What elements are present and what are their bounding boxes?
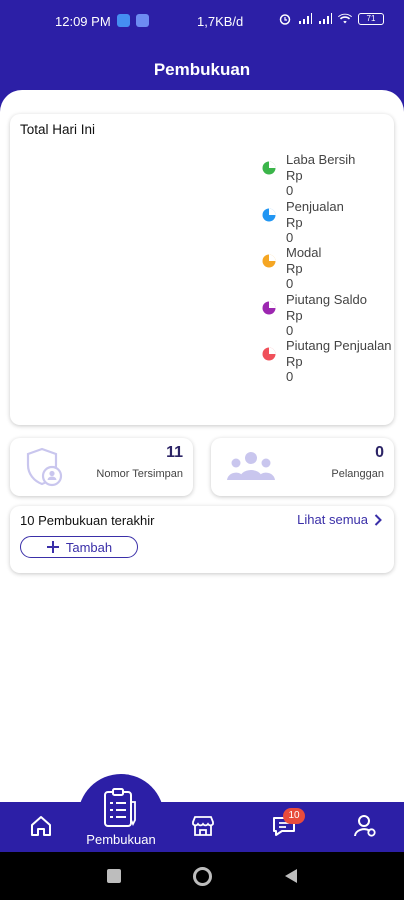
pie-icon xyxy=(262,161,276,175)
legend-label: Piutang Saldo xyxy=(286,291,367,307)
nav-label-pembukuan[interactable]: Pembukuan xyxy=(80,832,162,847)
legend-label: Laba Bersih xyxy=(286,152,356,167)
legend-value: Rp 0 xyxy=(286,168,303,198)
legend-value: Rp 0 xyxy=(286,354,303,384)
pie-icon xyxy=(262,254,276,268)
customers-label: Pelanggan xyxy=(331,468,384,480)
system-nav-bar xyxy=(0,852,404,900)
customers-card[interactable]: 0 Pelanggan xyxy=(211,438,394,496)
back-button[interactable] xyxy=(283,868,299,884)
summary-card: Total Hari Ini Laba Bersih Rp 0 Penjuala… xyxy=(10,114,394,425)
alarm-icon xyxy=(279,14,291,25)
legend-label: Penjualan xyxy=(286,198,344,214)
status-time: 12:09 PM xyxy=(55,14,111,29)
signal-icon-2 xyxy=(319,13,332,24)
home-icon[interactable] xyxy=(28,813,54,839)
notification-icon xyxy=(117,14,130,27)
saved-numbers-card[interactable]: 11 Nomor Tersimpan xyxy=(10,438,193,496)
plus-icon xyxy=(46,541,59,553)
legend-value: Rp 0 xyxy=(286,214,303,245)
saved-numbers-count: 11 xyxy=(166,444,183,461)
saved-numbers-label: Nomor Tersimpan xyxy=(96,468,183,480)
legend-value: Rp 0 xyxy=(286,261,303,291)
pie-icon xyxy=(262,301,276,314)
add-button-label: Tambah xyxy=(65,539,113,555)
recent-ledger-card: 10 Pembukuan terakhir Lihat semua Tambah xyxy=(10,506,394,573)
legend-label: Piutang Penjualan xyxy=(286,338,392,353)
battery-icon: 71 xyxy=(358,13,384,25)
see-all-link[interactable]: Lihat semua xyxy=(297,512,382,527)
summary-title: Total Hari Ini xyxy=(20,122,96,137)
legend-label: Modal xyxy=(286,245,322,260)
ledger-icon[interactable] xyxy=(101,788,141,830)
pie-icon xyxy=(262,347,276,361)
recents-button[interactable] xyxy=(107,869,121,883)
status-icons: 71 xyxy=(278,13,384,25)
network-speed: 1,7KB/d xyxy=(197,14,244,29)
signal-icon xyxy=(299,13,312,24)
chevron-right-icon xyxy=(374,513,382,526)
home-system-button[interactable] xyxy=(193,867,212,886)
see-all-label: Lihat semua xyxy=(297,512,368,527)
wifi-icon xyxy=(338,13,352,24)
shield-user-icon xyxy=(26,447,63,487)
store-icon[interactable] xyxy=(190,813,216,839)
status-bar: 12:09 PM 1,7KB/d 71 xyxy=(0,0,404,40)
page-title: Pembukuan xyxy=(153,60,251,79)
pie-icon xyxy=(262,208,276,221)
legend-value: Rp 0 xyxy=(286,307,303,338)
recent-title: 10 Pembukuan terakhir xyxy=(20,513,155,528)
profile-icon[interactable] xyxy=(352,813,378,839)
chat-badge: 10 xyxy=(283,808,305,824)
group-icon xyxy=(227,452,275,480)
customers-count: 0 xyxy=(375,444,384,461)
app-notification-icon xyxy=(136,14,149,27)
add-button[interactable]: Tambah xyxy=(20,536,138,558)
